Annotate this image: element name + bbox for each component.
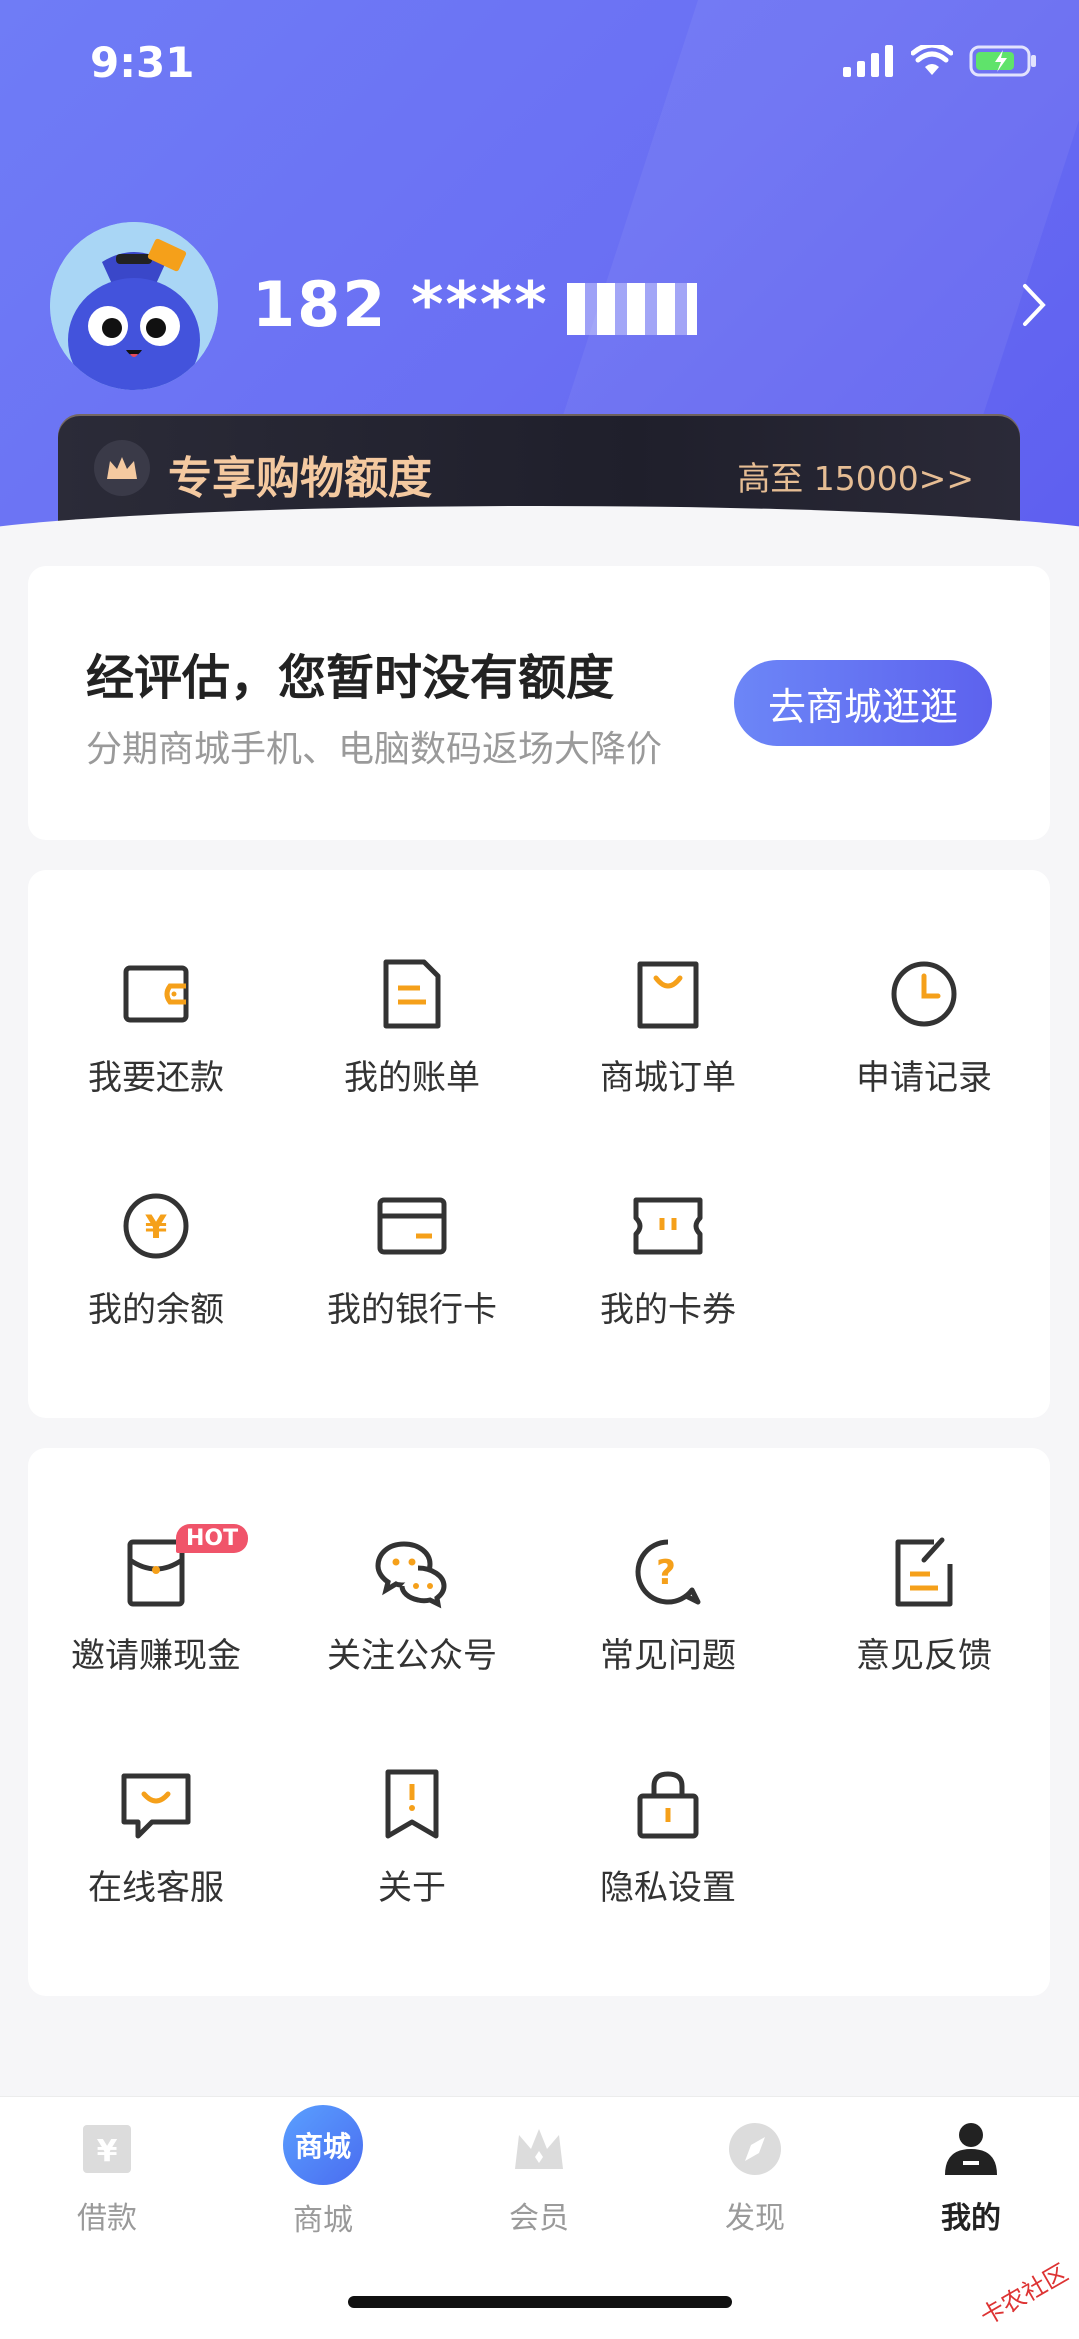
bill-icon xyxy=(383,959,441,1029)
service-label: 我的余额 xyxy=(88,1290,224,1330)
tool-label: 关于 xyxy=(378,1868,446,1908)
coupon-icon xyxy=(633,1197,703,1255)
tool-label: 意见反馈 xyxy=(856,1636,992,1676)
hot-badge: HOT xyxy=(176,1524,249,1553)
tool-label: 在线客服 xyxy=(88,1868,224,1908)
tool-label: 隐私设置 xyxy=(600,1868,736,1908)
status-icons xyxy=(843,44,1039,78)
yuan-coin-icon: ¥ xyxy=(123,1193,189,1259)
tools-card: HOT 邀请赚现金 关注公众号 ? 常见问题 意见反馈 在线客服 关于 隐私设置 xyxy=(28,1448,1050,1996)
crown-icon xyxy=(94,440,150,496)
service-label: 我要还款 xyxy=(88,1058,224,1098)
svg-text:¥: ¥ xyxy=(97,2134,118,2169)
tab-me[interactable]: 我的 xyxy=(901,2119,1041,2237)
service-balance[interactable]: ¥ 我的余额 xyxy=(28,1188,284,1348)
signal-icon xyxy=(843,45,893,77)
mascot-avatar-icon xyxy=(50,222,218,390)
service-repay[interactable]: 我要还款 xyxy=(28,956,284,1116)
tool-label: 邀请赚现金 xyxy=(71,1636,241,1676)
status-time: 9:31 xyxy=(90,38,195,87)
tab-member[interactable]: 会员 xyxy=(469,2119,609,2237)
tool-feedback[interactable]: 意见反馈 xyxy=(796,1534,1052,1694)
tab-label: 会员 xyxy=(509,2201,569,2236)
tab-label: 发现 xyxy=(725,2201,785,2236)
tool-about[interactable]: 关于 xyxy=(284,1766,540,1926)
profile-header: 9:31 182 **** 专享购物额度 高至 15000>> xyxy=(0,0,1079,540)
tool-privacy[interactable]: 隐私设置 xyxy=(540,1766,796,1926)
svg-text:¥: ¥ xyxy=(145,1208,167,1246)
bank-card-icon xyxy=(377,1197,447,1255)
credit-status-title: 经评估，您暂时没有额度 xyxy=(86,650,615,706)
phone-number: 182 **** xyxy=(252,268,697,341)
battery-icon xyxy=(969,45,1036,77)
user-icon xyxy=(945,2123,997,2175)
service-coupons[interactable]: 我的卡券 xyxy=(540,1188,796,1348)
loan-icon: ¥ xyxy=(83,2125,131,2173)
feedback-icon xyxy=(895,1537,953,1607)
go-mall-button[interactable]: 去商城逛逛 xyxy=(734,660,992,746)
about-icon xyxy=(385,1769,439,1839)
service-label: 商城订单 xyxy=(600,1058,736,1098)
services-card: 我要还款 我的账单 商城订单 申请记录 ¥ 我的余额 我的银行卡 我的卡券 xyxy=(28,870,1050,1418)
avatar[interactable] xyxy=(50,222,218,390)
tab-label: 我的 xyxy=(941,2201,1001,2236)
wechat-icon xyxy=(375,1541,447,1609)
service-label: 我的卡券 xyxy=(600,1290,736,1330)
tab-mall[interactable]: 商城 商城 xyxy=(253,2105,393,2239)
mall-icon: 商城 xyxy=(283,2105,363,2185)
service-mall-orders[interactable]: 商城订单 xyxy=(540,956,796,1116)
profile-chevron-icon[interactable] xyxy=(1019,280,1049,334)
tool-wechat[interactable]: 关注公众号 xyxy=(284,1534,540,1694)
tool-invite[interactable]: HOT 邀请赚现金 xyxy=(28,1524,284,1694)
service-label: 申请记录 xyxy=(856,1058,992,1098)
tool-support[interactable]: 在线客服 xyxy=(28,1766,284,1926)
credit-status-subtitle: 分期商城手机、电脑数码返场大降价 xyxy=(86,729,663,770)
service-bank-card[interactable]: 我的银行卡 xyxy=(284,1188,540,1348)
wifi-icon xyxy=(911,45,953,75)
customer-service-icon xyxy=(121,1773,191,1839)
crown-icon xyxy=(515,2129,563,2169)
tab-loan[interactable]: ¥ 借款 xyxy=(37,2119,177,2237)
mall-icon-text: 商城 xyxy=(294,2130,351,2163)
service-bill[interactable]: 我的账单 xyxy=(284,956,540,1116)
wallet-icon xyxy=(123,965,189,1023)
service-records[interactable]: 申请记录 xyxy=(796,956,1052,1116)
service-label: 我的银行卡 xyxy=(327,1290,497,1330)
vip-limit-link[interactable]: 高至 15000>> xyxy=(737,452,974,500)
shopping-bag-icon xyxy=(637,961,699,1029)
compass-icon xyxy=(729,2123,781,2175)
tool-label: 常见问题 xyxy=(600,1636,736,1676)
lock-icon xyxy=(637,1771,699,1839)
question-icon: ? xyxy=(635,1539,701,1605)
tab-label: 借款 xyxy=(77,2201,137,2236)
svg-text:?: ? xyxy=(656,1553,676,1593)
credit-status-card: 经评估，您暂时没有额度 分期商城手机、电脑数码返场大降价 去商城逛逛 xyxy=(28,566,1050,840)
tool-label: 关注公众号 xyxy=(327,1636,497,1676)
masked-digits xyxy=(566,282,697,335)
tab-discover[interactable]: 发现 xyxy=(685,2119,825,2237)
vip-title: 专享购物额度 xyxy=(168,453,432,504)
tool-faq[interactable]: ? 常见问题 xyxy=(540,1534,796,1694)
service-label: 我的账单 xyxy=(344,1058,480,1098)
tab-label: 商城 xyxy=(293,2203,353,2238)
clock-icon xyxy=(891,961,957,1027)
home-indicator xyxy=(348,2296,732,2308)
